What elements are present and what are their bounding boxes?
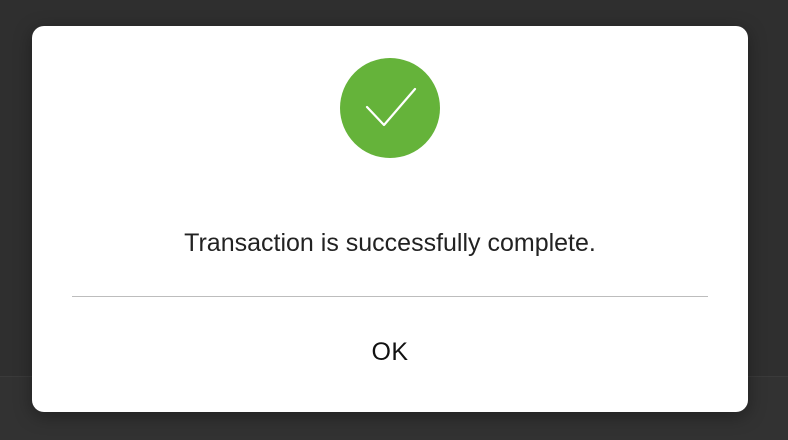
checkmark-icon <box>340 58 440 158</box>
checkmark-glyph <box>365 87 417 127</box>
ok-button-label: OK <box>371 338 409 366</box>
success-dialog: Transaction is successfully complete. OK <box>32 26 748 412</box>
dialog-message: Transaction is successfully complete. <box>184 229 596 257</box>
ok-button[interactable]: OK <box>72 297 708 412</box>
